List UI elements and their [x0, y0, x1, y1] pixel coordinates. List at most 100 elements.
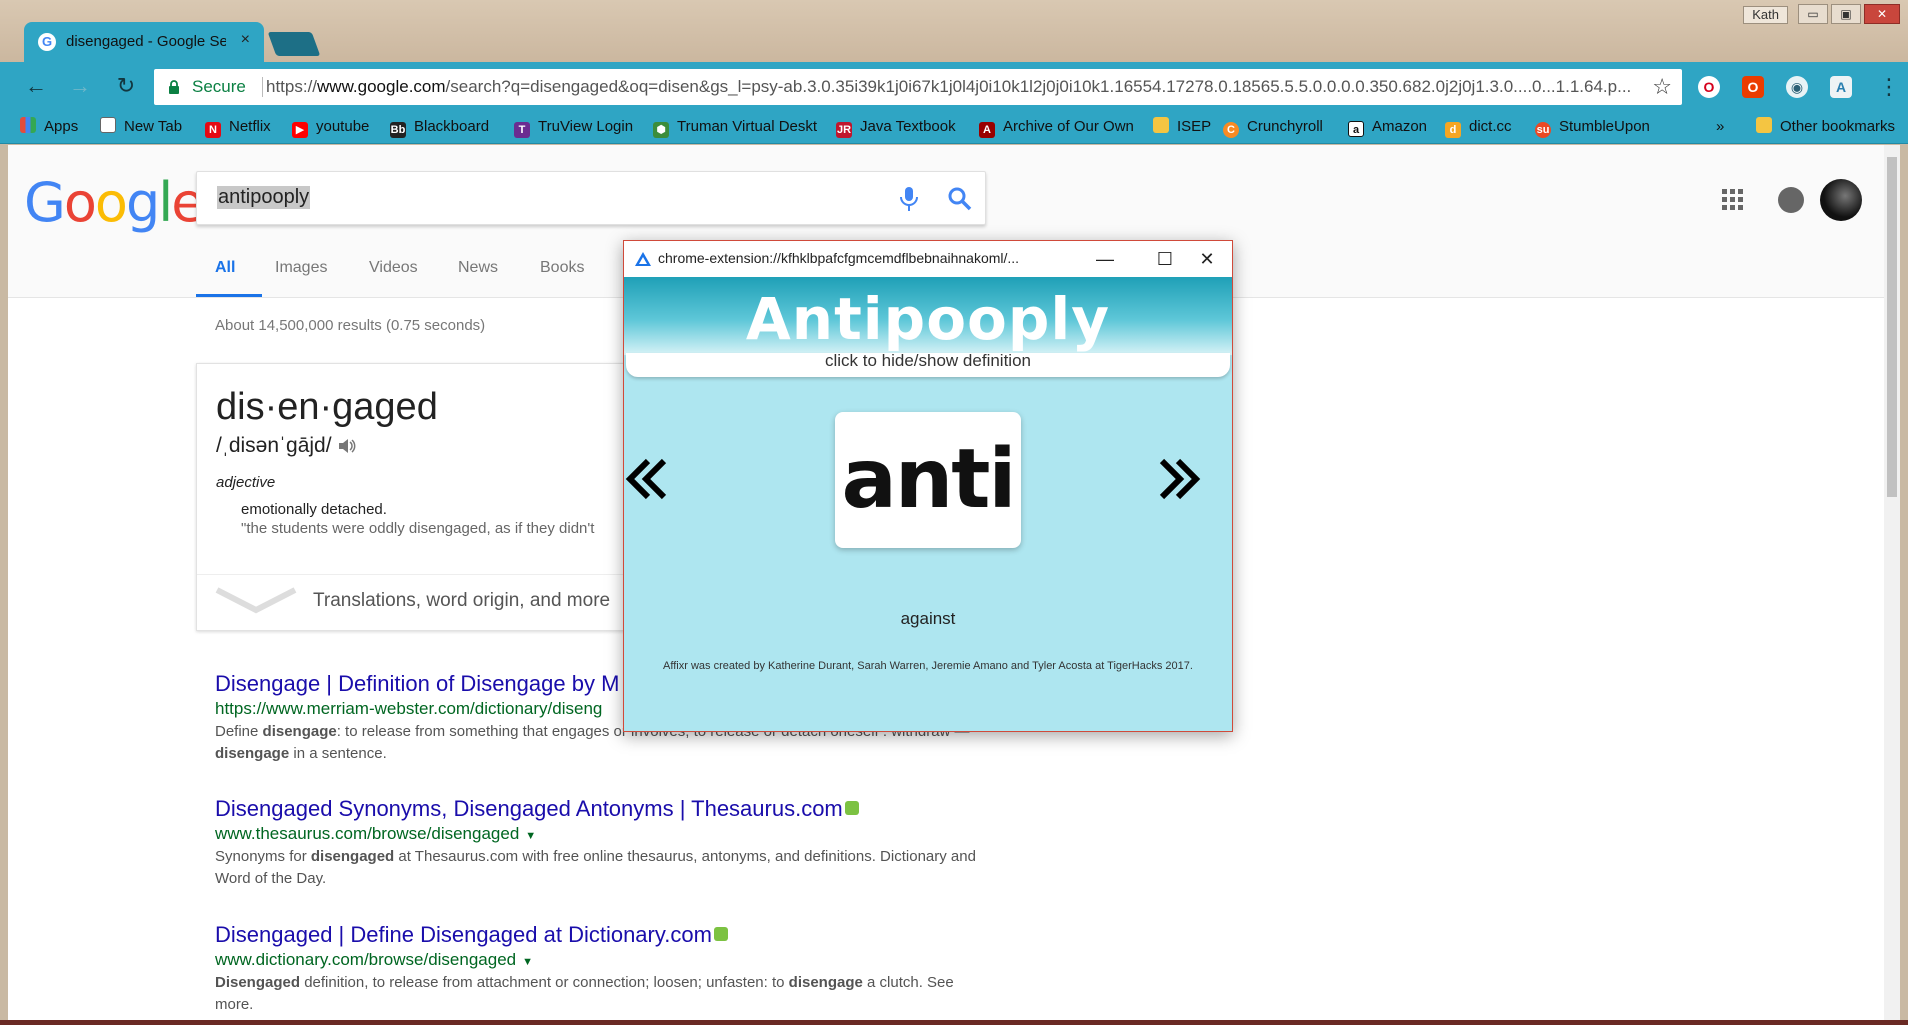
bookmark-new-tab[interactable]: New Tab	[100, 117, 182, 137]
lock-icon	[169, 80, 179, 94]
bookmarks-overflow-button[interactable]: »	[1716, 117, 1724, 137]
result-title-link[interactable]: Disengaged Synonyms, Disengaged Antonyms…	[215, 796, 995, 822]
tab-videos[interactable]: Videos	[369, 259, 418, 277]
bookmark-label: TruView Login	[538, 118, 634, 135]
bookmark-youtube[interactable]: ▶ youtube	[292, 117, 369, 138]
bookmark-blackboard[interactable]: Bb Blackboard	[390, 117, 489, 138]
tab-books[interactable]: Books	[540, 259, 584, 277]
google-logo[interactable]: Google	[24, 171, 204, 234]
logo-letter: l	[158, 171, 173, 234]
address-bar[interactable]: Secure https://www.google.com/search?q=d…	[154, 69, 1682, 105]
url-dropdown-icon[interactable]: ▼	[522, 956, 533, 968]
previous-arrow-icon[interactable]	[624, 451, 672, 507]
new-tab-button[interactable]	[267, 32, 321, 56]
bookmark-label: Amazon	[1372, 118, 1428, 135]
bookmark-isep[interactable]: ISEP	[1153, 117, 1211, 137]
crunchyroll-icon: C	[1223, 122, 1239, 138]
page-scrollbar[interactable]	[1884, 145, 1900, 1020]
extension-badge-icon	[844, 801, 859, 815]
back-button[interactable]: ←	[22, 72, 50, 100]
snippet-highlight: disengage	[788, 974, 863, 991]
bookmark-apps[interactable]: Apps	[20, 117, 78, 137]
chevron-down-icon[interactable]	[215, 586, 297, 614]
window-maximize-button[interactable]: ▣	[1831, 4, 1861, 24]
result-url: www.thesaurus.com/browse/disengaged ▼	[215, 824, 995, 844]
microphone-icon[interactable]	[897, 186, 921, 212]
tab-news[interactable]: News	[458, 259, 498, 277]
popup-minimize-button[interactable]: —	[1082, 245, 1128, 273]
scrollbar-thumb[interactable]	[1887, 157, 1897, 497]
search-icon[interactable]	[947, 186, 973, 212]
bookmark-truman-virtual-desktop[interactable]: ⬢ Truman Virtual Deskt	[653, 117, 818, 138]
popup-close-button[interactable]: ✕	[1184, 245, 1230, 273]
logo-letter: g	[125, 171, 160, 234]
opera-extension-icon[interactable]: O	[1698, 76, 1720, 98]
search-result: Disengaged Synonyms, Disengaged Antonyms…	[215, 796, 995, 890]
bookmark-java-textbook[interactable]: JR Java Textbook	[836, 117, 956, 138]
notifications-bell-icon[interactable]	[1778, 187, 1804, 213]
snippet-highlight: disengage	[215, 745, 290, 762]
result-url: www.dictionary.com/browse/disengaged ▼	[215, 950, 995, 970]
truview-icon: T	[514, 122, 530, 138]
other-bookmarks[interactable]: Other bookmarks	[1756, 117, 1895, 137]
folder-icon	[1756, 117, 1772, 133]
affixr-popup-window: chrome-extension://kfhklbpafcfgmcemdflbe…	[623, 240, 1233, 732]
bookmark-label: New Tab	[124, 118, 183, 135]
url-scheme: https://	[266, 77, 318, 96]
tab-images[interactable]: Images	[275, 259, 327, 277]
definition-example: "the students were oddly disengaged, as …	[241, 520, 595, 537]
window-minimize-button[interactable]: ▭	[1798, 4, 1828, 24]
bookmark-amazon[interactable]: a Amazon	[1348, 117, 1427, 137]
chrome-menu-icon[interactable]: ⋮	[1878, 74, 1900, 100]
bookmark-label: Truman Virtual Deskt	[677, 118, 818, 135]
result-stats: About 14,500,000 results (0.75 seconds)	[215, 317, 486, 334]
stumbleupon-icon: su	[1535, 122, 1551, 138]
apps-grid-icon	[20, 117, 36, 133]
active-tab-underline	[196, 294, 262, 297]
bookmark-archive-of-our-own[interactable]: A Archive of Our Own	[979, 117, 1134, 138]
bookmark-dict-cc[interactable]: d dict.cc	[1445, 117, 1512, 138]
logo-letter: o	[94, 171, 128, 234]
window-close-button[interactable]: ✕	[1864, 4, 1900, 24]
secure-label[interactable]: Secure	[192, 69, 246, 105]
url-dropdown-icon[interactable]: ▼	[525, 830, 536, 842]
eye-extension-icon[interactable]: ◉	[1786, 76, 1808, 98]
bookmark-label: Crunchyroll	[1247, 118, 1323, 135]
reload-button[interactable]: ↻	[112, 72, 140, 100]
dictionary-more-link[interactable]: Translations, word origin, and more	[313, 590, 610, 612]
tab-all[interactable]: All	[215, 259, 235, 277]
url-text[interactable]: https://www.google.com/search?q=disengag…	[266, 69, 1682, 105]
popup-maximize-button[interactable]: ☐	[1142, 245, 1188, 273]
toggle-definition-button[interactable]: click to hide/show definition	[626, 352, 1230, 377]
dictcc-icon: d	[1445, 122, 1461, 138]
bookmark-truview[interactable]: T TruView Login	[514, 117, 634, 138]
affixr-extension-icon[interactable]: A	[1830, 76, 1852, 98]
bookmark-stumbleupon[interactable]: su StumbleUpon	[1535, 117, 1650, 138]
account-avatar[interactable]	[1820, 179, 1862, 221]
speaker-icon[interactable]	[338, 438, 356, 454]
bookmark-netflix[interactable]: N Netflix	[205, 117, 271, 138]
result-title-link[interactable]: Disengaged | Define Disengaged at Dictio…	[215, 922, 995, 948]
tab-google-search[interactable]: G disengaged - Google Se ×	[24, 22, 264, 62]
extension-badge-icon	[713, 927, 728, 941]
forward-button[interactable]: →	[66, 72, 94, 100]
snippet-highlight: Disengaged	[215, 974, 301, 991]
bookmark-crunchyroll[interactable]: C Crunchyroll	[1223, 117, 1323, 138]
popup-credits: Affixr was created by Katherine Durant, …	[663, 660, 1193, 672]
office-extension-icon[interactable]: O	[1742, 76, 1764, 98]
next-arrow-icon[interactable]	[1154, 451, 1202, 507]
profile-badge[interactable]: Kath	[1743, 6, 1788, 24]
snippet-highlight: disengaged	[310, 848, 395, 865]
snippet-text: Define	[215, 723, 263, 740]
search-input[interactable]: antipooply	[217, 186, 311, 209]
search-box[interactable]: antipooply	[196, 171, 986, 225]
tab-close-icon[interactable]: ×	[241, 31, 250, 49]
bookmarks-bar: Apps New Tab N Netflix ▶ youtube Bb Blackbo…	[0, 110, 1908, 144]
bookmark-star-icon[interactable]: ☆	[1652, 69, 1672, 105]
affix-card[interactable]: anti	[835, 412, 1021, 548]
url-path: /search?q=disengaged&oq=disen&gs_l=psy-a…	[445, 77, 1632, 96]
logo-letter: o	[63, 171, 97, 234]
snippet-text: definition, to release from attachment o…	[300, 974, 789, 991]
popup-header-banner: Antipooply	[624, 277, 1232, 355]
google-apps-icon[interactable]	[1722, 189, 1744, 211]
